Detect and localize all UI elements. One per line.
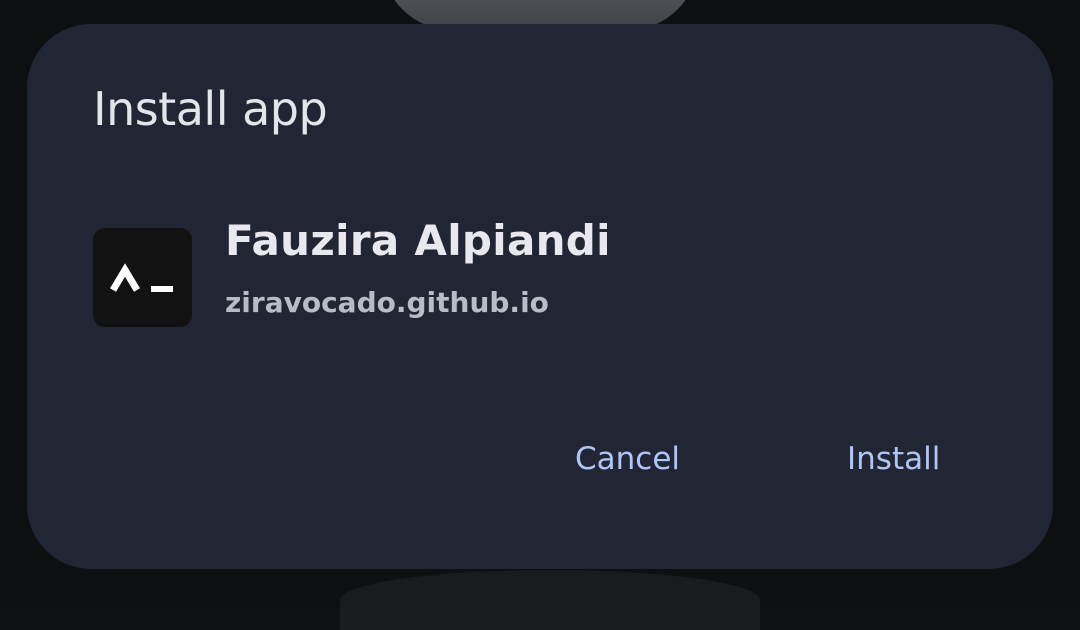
install-button[interactable]: Install	[847, 434, 940, 484]
terminal-prompt-icon	[93, 228, 192, 327]
background-content-bottom	[340, 570, 760, 630]
install-app-dialog: Install app Fauzira Alpiandi ziravocado.…	[27, 24, 1053, 569]
app-url: ziravocado.github.io	[225, 286, 549, 319]
cancel-button[interactable]: Cancel	[575, 434, 680, 484]
dialog-title: Install app	[93, 82, 328, 136]
terminal-prompt-glyph	[109, 263, 173, 292]
app-name: Fauzira Alpiandi	[225, 216, 611, 265]
